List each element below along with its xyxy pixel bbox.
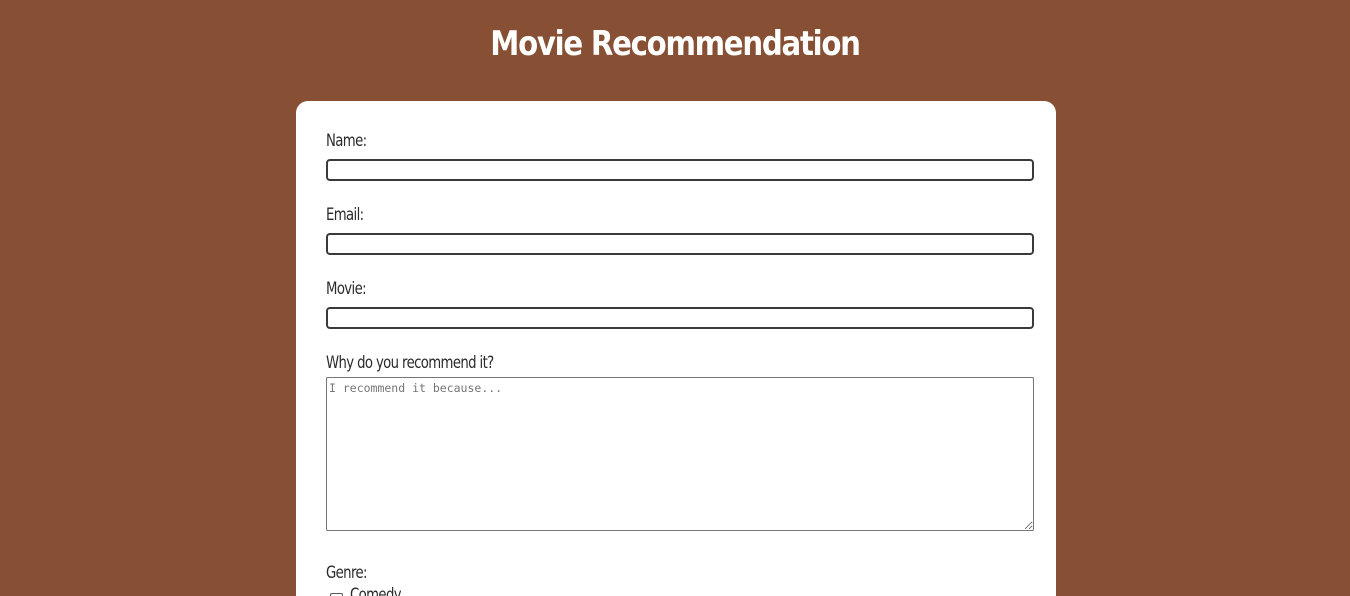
name-input[interactable]	[326, 159, 1034, 181]
page-title: Movie Recommendation	[490, 24, 861, 64]
movie-label: Movie:	[326, 279, 367, 299]
reason-textarea[interactable]	[326, 377, 1034, 531]
genre-comedy-label[interactable]: Comedy	[350, 585, 402, 596]
email-label: Email:	[326, 205, 364, 225]
recommendation-form: Name: Email: Movie: Why do you recommend…	[296, 101, 1056, 596]
email-input[interactable]	[326, 233, 1034, 255]
movie-input[interactable]	[326, 307, 1034, 329]
name-label: Name:	[326, 131, 367, 151]
genre-label: Genre:	[326, 563, 368, 583]
reason-label: Why do you recommend it?	[326, 353, 494, 373]
